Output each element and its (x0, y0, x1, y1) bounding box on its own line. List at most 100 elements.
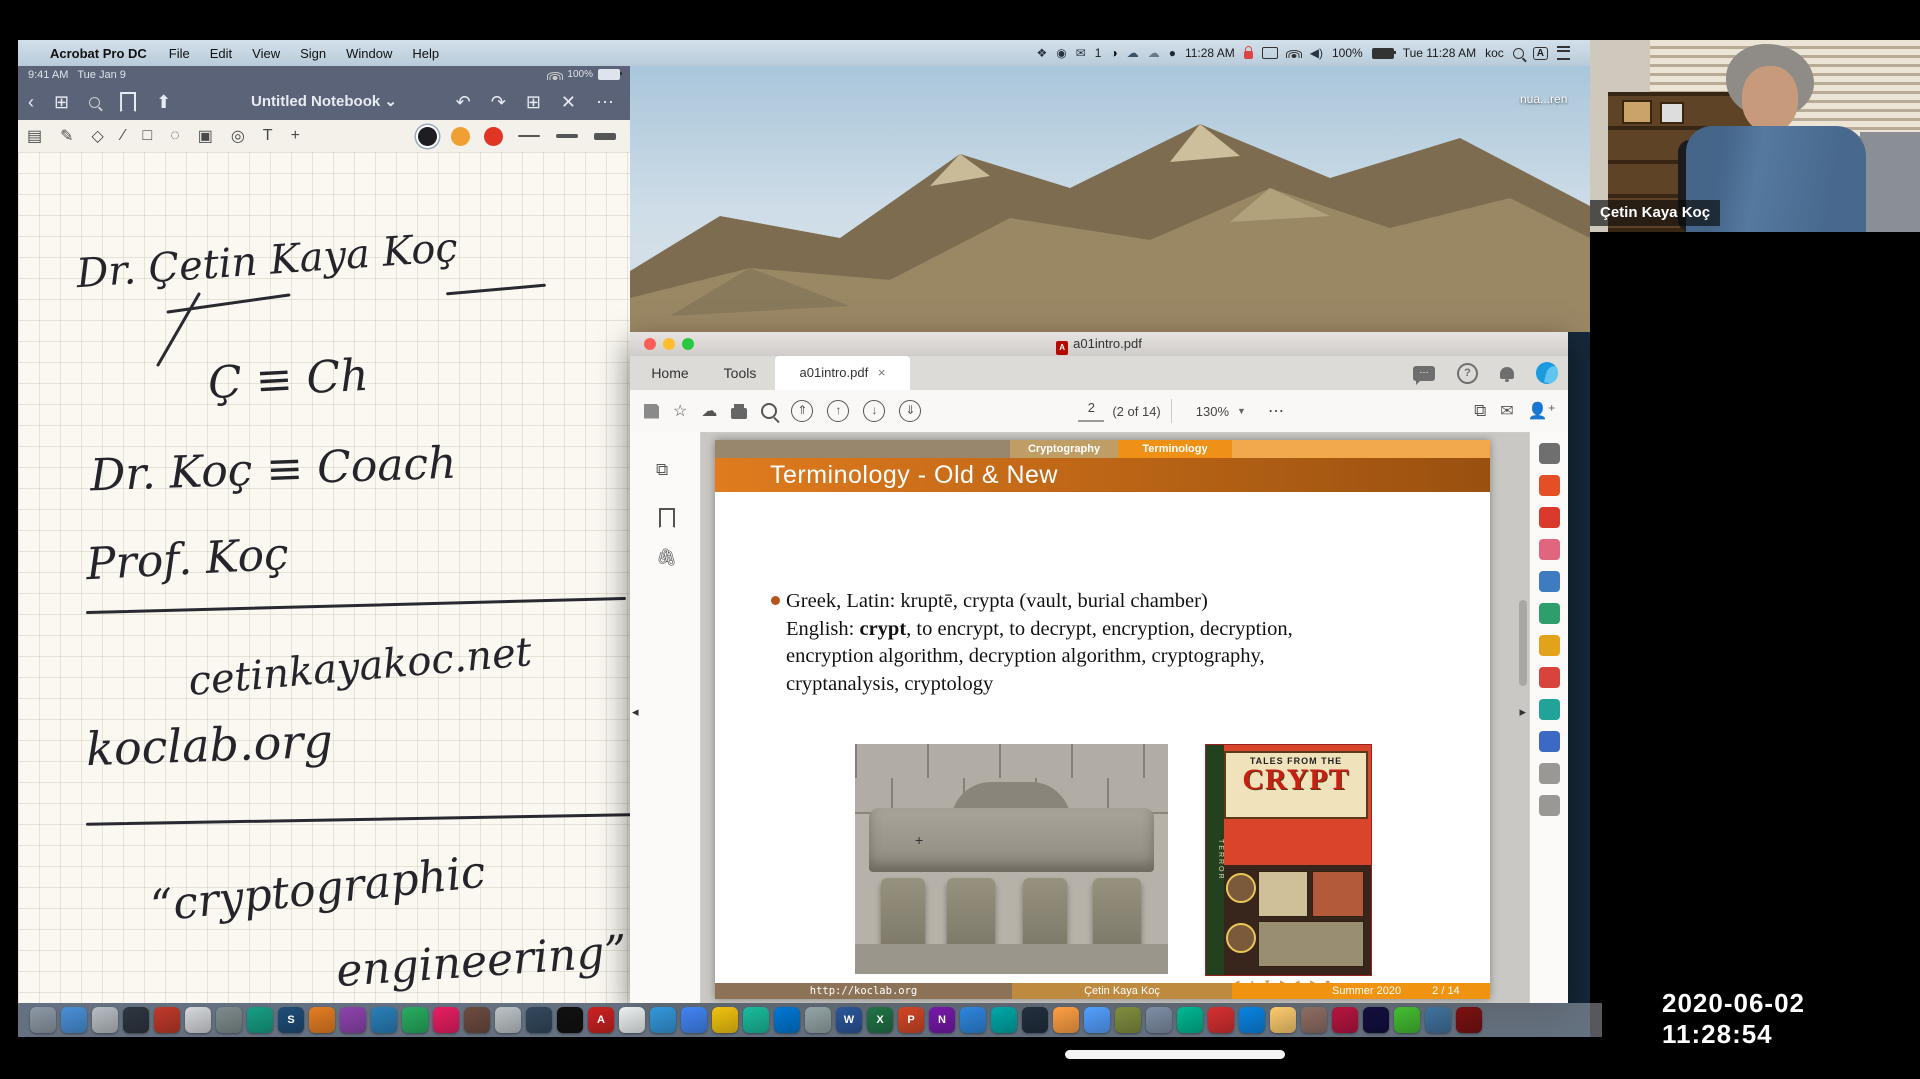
next-page-icon[interactable]: ↓ (863, 400, 885, 422)
dock-icon-13[interactable] (433, 1007, 459, 1033)
dock-icon-37[interactable] (1177, 1007, 1203, 1033)
protect-icon[interactable] (1539, 731, 1560, 752)
ink-color-1[interactable] (451, 127, 470, 146)
collapse-rail-icon[interactable] (1539, 795, 1560, 816)
dropbox-icon[interactable]: ❖ (1036, 46, 1047, 60)
zoom-caret-icon[interactable]: ▼ (1237, 406, 1246, 416)
dock-icon-29[interactable]: N (929, 1007, 955, 1033)
dock-icon-30[interactable] (960, 1007, 986, 1033)
notebook-page[interactable]: Dr. Çetin Kaya KoçÇ ≡ ChDr. Koç ≡ CoachP… (18, 152, 630, 1003)
back-icon[interactable]: ‹ (28, 92, 34, 113)
dock-icon-17[interactable] (557, 1007, 583, 1033)
menu-item-file[interactable]: File (159, 46, 200, 61)
dock-icon-21[interactable] (681, 1007, 707, 1033)
dock-icon-19[interactable] (619, 1007, 645, 1033)
dock-icon-27[interactable]: X (867, 1007, 893, 1033)
volume-icon[interactable]: ◀) (1310, 46, 1323, 60)
enhance-scans-icon[interactable] (1539, 603, 1560, 624)
notifications-bell-icon[interactable] (1500, 367, 1514, 379)
dock-icon-39[interactable] (1239, 1007, 1265, 1033)
tab-tools[interactable]: Tools (710, 356, 770, 390)
help-icon[interactable]: ? (1457, 363, 1478, 384)
menu-item-help[interactable]: Help (402, 46, 449, 61)
creative-cloud-icon[interactable]: ◉ (1056, 46, 1066, 60)
mail-icon[interactable]: ✉ (1076, 46, 1086, 60)
shapes-icon[interactable]: □ (143, 127, 153, 145)
dock-icon-38[interactable] (1208, 1007, 1234, 1033)
cloud-upload-icon[interactable]: ☁ (1127, 46, 1139, 60)
dock-icon-10[interactable] (340, 1007, 366, 1033)
last-page-icon[interactable]: ⇓ (899, 400, 921, 422)
pdf-slide-page[interactable]: Cryptography Terminology Terminology - O… (715, 440, 1490, 999)
dock-icon-8[interactable]: S (278, 1007, 304, 1033)
menu-clock[interactable]: Tue 11:28 AM (1403, 46, 1476, 60)
dock-icon-22[interactable] (712, 1007, 738, 1033)
dock-icon-24[interactable] (774, 1007, 800, 1033)
account-avatar[interactable] (1536, 362, 1558, 384)
dock-icon-1[interactable] (61, 1007, 87, 1033)
print-icon[interactable] (731, 408, 747, 419)
lock-icon[interactable] (1244, 51, 1253, 59)
dock-icon-12[interactable] (402, 1007, 428, 1033)
send-mail-icon[interactable]: ✉ (1500, 401, 1513, 421)
previous-page-icon[interactable]: ↑ (827, 400, 849, 422)
pen-icon[interactable]: ✎ (60, 126, 73, 146)
dock-icon-23[interactable] (743, 1007, 769, 1033)
spotlight-icon[interactable] (1513, 48, 1524, 59)
export-pdf-icon[interactable] (1539, 475, 1560, 496)
collapse-right-pane-icon[interactable]: ▸ (1519, 704, 1526, 720)
dock-icon-31[interactable] (991, 1007, 1017, 1033)
undo-icon[interactable]: ↶ (456, 92, 471, 113)
dock-icon-43[interactable] (1363, 1007, 1389, 1033)
dock-icon-32[interactable] (1022, 1007, 1048, 1033)
tab-close-icon[interactable]: × (878, 365, 886, 380)
dock-icon-26[interactable]: W (836, 1007, 862, 1033)
thumbnails-grid-icon[interactable]: ⊞ (54, 92, 69, 113)
scrollbar-thumb[interactable] (1519, 600, 1527, 686)
share-link-icon[interactable]: ⧉ (1474, 401, 1486, 421)
dock-icon-25[interactable] (805, 1007, 831, 1033)
dock-icon-2[interactable] (92, 1007, 118, 1033)
menu-item-edit[interactable]: Edit (200, 46, 242, 61)
cloud-icon[interactable]: ☁ (1148, 46, 1160, 60)
more-tools-chevron-icon[interactable] (1539, 763, 1560, 784)
fill-sign-icon[interactable] (1539, 699, 1560, 720)
eraser-icon[interactable]: ◇ (92, 126, 104, 146)
share-person-icon[interactable]: 👤⁺ (1528, 401, 1556, 421)
search-icon[interactable] (89, 97, 100, 108)
dock-icon-7[interactable] (247, 1007, 273, 1033)
search-tools-icon[interactable] (1539, 443, 1560, 464)
lasso-icon[interactable]: ◌ (170, 127, 180, 145)
pointer-icon[interactable]: + (291, 127, 300, 145)
dock-icon-9[interactable] (309, 1007, 335, 1033)
ink-color-2[interactable] (484, 127, 503, 146)
input-source-icon[interactable]: A (1533, 47, 1548, 60)
stroke-thin-button[interactable] (518, 135, 540, 137)
dock-icon-36[interactable] (1146, 1007, 1172, 1033)
dock-icon-46[interactable] (1456, 1007, 1482, 1033)
dock-icon-35[interactable] (1115, 1007, 1141, 1033)
pages-panel-icon[interactable]: ⧉ (656, 460, 668, 480)
tab-home[interactable]: Home (640, 356, 700, 390)
app-menu-title[interactable]: Acrobat Pro DC (38, 46, 159, 61)
dock-icon-28[interactable]: P (898, 1007, 924, 1033)
dock-icon-34[interactable] (1084, 1007, 1110, 1033)
stroke-medium-button[interactable] (556, 134, 578, 138)
more-icon[interactable]: ⋯ (596, 92, 614, 113)
dock-icon-41[interactable] (1301, 1007, 1327, 1033)
user-name[interactable]: koc (1485, 46, 1504, 60)
stroke-thick-button[interactable] (594, 133, 616, 140)
star-icon[interactable]: ☆ (673, 401, 687, 421)
menu-item-window[interactable]: Window (336, 46, 402, 61)
tab-document[interactable]: a01intro.pdf × (775, 356, 910, 390)
toolbar-more-icon[interactable]: ⋯ (1268, 401, 1284, 421)
organize-pages-icon[interactable] (1539, 571, 1560, 592)
page-panel-icon[interactable]: ▤ (27, 126, 42, 146)
redo-icon[interactable]: ↷ (491, 92, 506, 113)
dock-icon-3[interactable] (123, 1007, 149, 1033)
moon-icon[interactable]: ● (1169, 46, 1176, 60)
dock-icon-40[interactable] (1270, 1007, 1296, 1033)
dock-icon-45[interactable] (1425, 1007, 1451, 1033)
dock-icon-33[interactable] (1053, 1007, 1079, 1033)
acrobat-title-bar[interactable]: Aa01intro.pdf (630, 332, 1568, 357)
